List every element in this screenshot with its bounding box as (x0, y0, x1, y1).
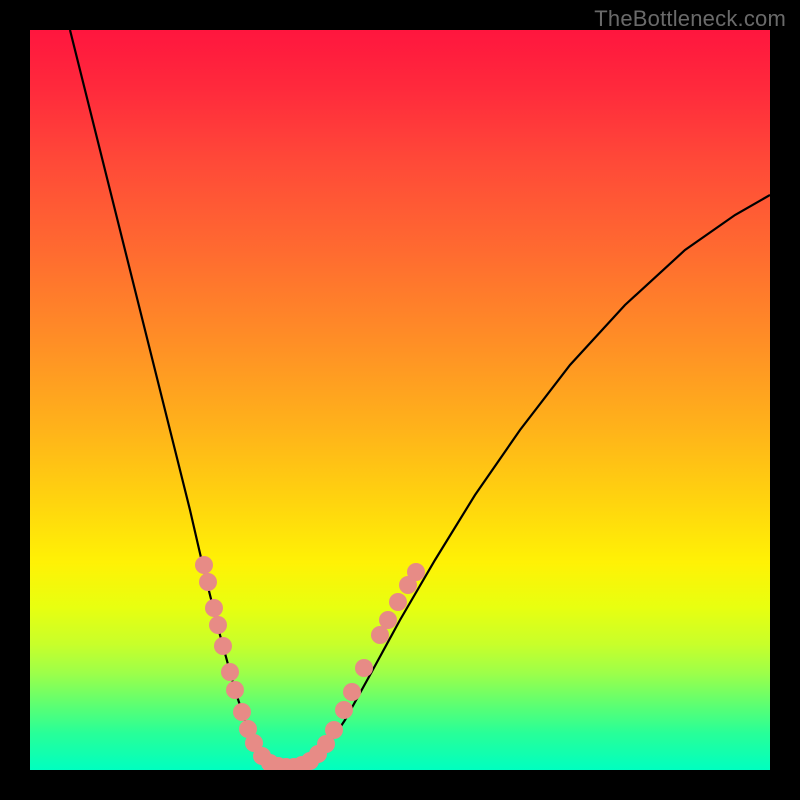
data-marker (205, 599, 223, 617)
data-marker (226, 681, 244, 699)
chart-svg (30, 30, 770, 770)
data-marker (355, 659, 373, 677)
data-marker (335, 701, 353, 719)
data-marker (214, 637, 232, 655)
data-marker (325, 721, 343, 739)
chart-frame: TheBottleneck.com (0, 0, 800, 800)
marker-cluster (195, 556, 425, 770)
data-marker (407, 563, 425, 581)
data-marker (199, 573, 217, 591)
data-marker (389, 593, 407, 611)
data-marker (379, 611, 397, 629)
plot-area (30, 30, 770, 770)
watermark-text: TheBottleneck.com (594, 6, 786, 32)
data-marker (195, 556, 213, 574)
data-marker (233, 703, 251, 721)
data-marker (209, 616, 227, 634)
data-marker (221, 663, 239, 681)
bottleneck-curve (70, 30, 770, 768)
data-marker (343, 683, 361, 701)
